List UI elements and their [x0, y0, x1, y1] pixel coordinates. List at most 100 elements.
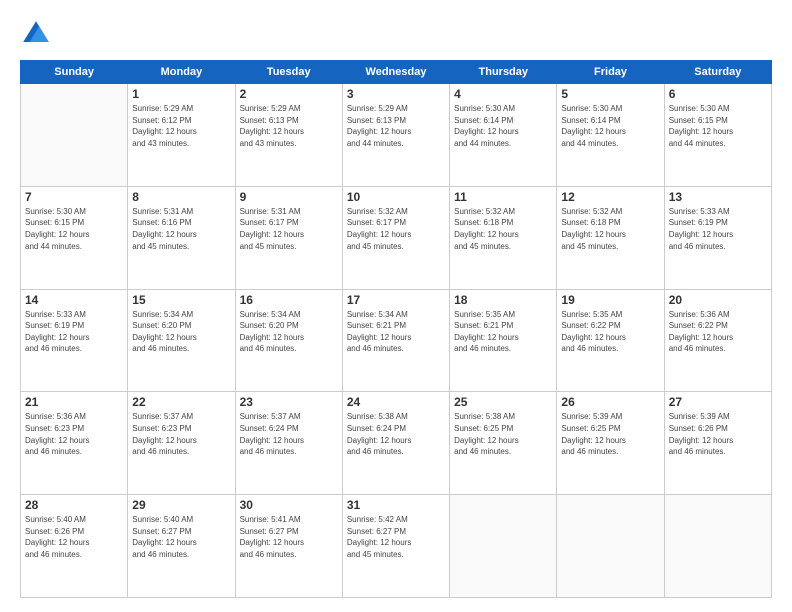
day-number: 16 [240, 293, 338, 307]
day-number: 7 [25, 190, 123, 204]
day-info: Sunrise: 5:32 AM Sunset: 6:17 PM Dayligh… [347, 206, 445, 252]
day-info: Sunrise: 5:35 AM Sunset: 6:22 PM Dayligh… [561, 309, 659, 355]
day-info: Sunrise: 5:42 AM Sunset: 6:27 PM Dayligh… [347, 514, 445, 560]
calendar-cell: 20 Sunrise: 5:36 AM Sunset: 6:22 PM Dayli… [664, 289, 771, 392]
weekday-header-wednesday: Wednesday [342, 61, 449, 84]
calendar-week-row: 1Sunrise: 5:29 AM Sunset: 6:12 PM Daylig… [21, 84, 772, 187]
calendar-cell: 28 Sunrise: 5:40 AM Sunset: 6:26 PM Dayli… [21, 495, 128, 598]
day-info: Sunrise: 5:32 AM Sunset: 6:18 PM Dayligh… [454, 206, 552, 252]
calendar-cell: 7Sunrise: 5:30 AM Sunset: 6:15 PM Daylig… [21, 186, 128, 289]
day-info: Sunrise: 5:37 AM Sunset: 6:23 PM Dayligh… [132, 411, 230, 457]
day-number: 26 [561, 395, 659, 409]
day-info: Sunrise: 5:34 AM Sunset: 6:21 PM Dayligh… [347, 309, 445, 355]
calendar-cell: 1Sunrise: 5:29 AM Sunset: 6:12 PM Daylig… [128, 84, 235, 187]
weekday-header-tuesday: Tuesday [235, 61, 342, 84]
calendar-cell: 31 Sunrise: 5:42 AM Sunset: 6:27 PM Dayli… [342, 495, 449, 598]
day-number: 25 [454, 395, 552, 409]
day-info: Sunrise: 5:30 AM Sunset: 6:15 PM Dayligh… [669, 103, 767, 149]
day-number: 12 [561, 190, 659, 204]
calendar-week-row: 21 Sunrise: 5:36 AM Sunset: 6:23 PM Dayli… [21, 392, 772, 495]
calendar-cell: 5Sunrise: 5:30 AM Sunset: 6:14 PM Daylig… [557, 84, 664, 187]
logo [20, 18, 56, 50]
calendar-cell: 17 Sunrise: 5:34 AM Sunset: 6:21 PM Dayli… [342, 289, 449, 392]
day-number: 27 [669, 395, 767, 409]
day-number: 17 [347, 293, 445, 307]
day-info: Sunrise: 5:29 AM Sunset: 6:13 PM Dayligh… [240, 103, 338, 149]
day-info: Sunrise: 5:34 AM Sunset: 6:20 PM Dayligh… [132, 309, 230, 355]
calendar-week-row: 7Sunrise: 5:30 AM Sunset: 6:15 PM Daylig… [21, 186, 772, 289]
day-info: Sunrise: 5:38 AM Sunset: 6:24 PM Dayligh… [347, 411, 445, 457]
day-number: 8 [132, 190, 230, 204]
day-info: Sunrise: 5:30 AM Sunset: 6:14 PM Dayligh… [454, 103, 552, 149]
day-info: Sunrise: 5:35 AM Sunset: 6:21 PM Dayligh… [454, 309, 552, 355]
day-info: Sunrise: 5:30 AM Sunset: 6:14 PM Dayligh… [561, 103, 659, 149]
calendar-cell: 6 Sunrise: 5:30 AM Sunset: 6:15 PM Daylig… [664, 84, 771, 187]
calendar-cell [557, 495, 664, 598]
day-number: 20 [669, 293, 767, 307]
header [20, 18, 772, 50]
weekday-header-thursday: Thursday [450, 61, 557, 84]
day-number: 2 [240, 87, 338, 101]
calendar-cell: 21 Sunrise: 5:36 AM Sunset: 6:23 PM Dayli… [21, 392, 128, 495]
calendar-cell: 19 Sunrise: 5:35 AM Sunset: 6:22 PM Dayli… [557, 289, 664, 392]
day-info: Sunrise: 5:38 AM Sunset: 6:25 PM Dayligh… [454, 411, 552, 457]
day-info: Sunrise: 5:36 AM Sunset: 6:22 PM Dayligh… [669, 309, 767, 355]
logo-icon [20, 18, 52, 50]
day-number: 19 [561, 293, 659, 307]
day-info: Sunrise: 5:32 AM Sunset: 6:18 PM Dayligh… [561, 206, 659, 252]
day-number: 1 [132, 87, 230, 101]
weekday-header-saturday: Saturday [664, 61, 771, 84]
day-info: Sunrise: 5:33 AM Sunset: 6:19 PM Dayligh… [25, 309, 123, 355]
calendar-cell: 3 Sunrise: 5:29 AM Sunset: 6:13 PM Daylig… [342, 84, 449, 187]
day-info: Sunrise: 5:40 AM Sunset: 6:27 PM Dayligh… [132, 514, 230, 560]
day-info: Sunrise: 5:40 AM Sunset: 6:26 PM Dayligh… [25, 514, 123, 560]
calendar-cell: 9 Sunrise: 5:31 AM Sunset: 6:17 PM Daylig… [235, 186, 342, 289]
day-number: 6 [669, 87, 767, 101]
page: SundayMondayTuesdayWednesdayThursdayFrid… [0, 0, 792, 612]
calendar-cell: 26 Sunrise: 5:39 AM Sunset: 6:25 PM Dayli… [557, 392, 664, 495]
day-info: Sunrise: 5:39 AM Sunset: 6:26 PM Dayligh… [669, 411, 767, 457]
day-info: Sunrise: 5:29 AM Sunset: 6:13 PM Dayligh… [347, 103, 445, 149]
day-info: Sunrise: 5:33 AM Sunset: 6:19 PM Dayligh… [669, 206, 767, 252]
calendar-cell: 13 Sunrise: 5:33 AM Sunset: 6:19 PM Dayli… [664, 186, 771, 289]
calendar-cell: 25 Sunrise: 5:38 AM Sunset: 6:25 PM Dayli… [450, 392, 557, 495]
calendar-cell [21, 84, 128, 187]
weekday-header-monday: Monday [128, 61, 235, 84]
day-number: 15 [132, 293, 230, 307]
calendar-cell [664, 495, 771, 598]
calendar-cell: 8 Sunrise: 5:31 AM Sunset: 6:16 PM Daylig… [128, 186, 235, 289]
day-info: Sunrise: 5:36 AM Sunset: 6:23 PM Dayligh… [25, 411, 123, 457]
calendar-week-row: 28 Sunrise: 5:40 AM Sunset: 6:26 PM Dayli… [21, 495, 772, 598]
day-number: 21 [25, 395, 123, 409]
day-number: 10 [347, 190, 445, 204]
day-info: Sunrise: 5:34 AM Sunset: 6:20 PM Dayligh… [240, 309, 338, 355]
day-number: 4 [454, 87, 552, 101]
day-number: 31 [347, 498, 445, 512]
calendar-week-row: 14 Sunrise: 5:33 AM Sunset: 6:19 PM Dayli… [21, 289, 772, 392]
day-number: 9 [240, 190, 338, 204]
day-number: 11 [454, 190, 552, 204]
day-number: 28 [25, 498, 123, 512]
day-number: 3 [347, 87, 445, 101]
calendar-cell: 11 Sunrise: 5:32 AM Sunset: 6:18 PM Dayli… [450, 186, 557, 289]
day-number: 22 [132, 395, 230, 409]
day-number: 23 [240, 395, 338, 409]
weekday-header-sunday: Sunday [21, 61, 128, 84]
day-number: 14 [25, 293, 123, 307]
calendar-table: SundayMondayTuesdayWednesdayThursdayFrid… [20, 60, 772, 598]
weekday-header-friday: Friday [557, 61, 664, 84]
calendar-cell: 2 Sunrise: 5:29 AM Sunset: 6:13 PM Daylig… [235, 84, 342, 187]
day-info: Sunrise: 5:31 AM Sunset: 6:17 PM Dayligh… [240, 206, 338, 252]
day-number: 24 [347, 395, 445, 409]
day-info: Sunrise: 5:31 AM Sunset: 6:16 PM Dayligh… [132, 206, 230, 252]
day-number: 13 [669, 190, 767, 204]
calendar-cell: 14 Sunrise: 5:33 AM Sunset: 6:19 PM Dayli… [21, 289, 128, 392]
day-info: Sunrise: 5:37 AM Sunset: 6:24 PM Dayligh… [240, 411, 338, 457]
day-number: 29 [132, 498, 230, 512]
day-info: Sunrise: 5:41 AM Sunset: 6:27 PM Dayligh… [240, 514, 338, 560]
calendar-cell: 27 Sunrise: 5:39 AM Sunset: 6:26 PM Dayli… [664, 392, 771, 495]
day-info: Sunrise: 5:39 AM Sunset: 6:25 PM Dayligh… [561, 411, 659, 457]
calendar-cell: 23 Sunrise: 5:37 AM Sunset: 6:24 PM Dayli… [235, 392, 342, 495]
weekday-header-row: SundayMondayTuesdayWednesdayThursdayFrid… [21, 61, 772, 84]
calendar-cell: 12 Sunrise: 5:32 AM Sunset: 6:18 PM Dayli… [557, 186, 664, 289]
